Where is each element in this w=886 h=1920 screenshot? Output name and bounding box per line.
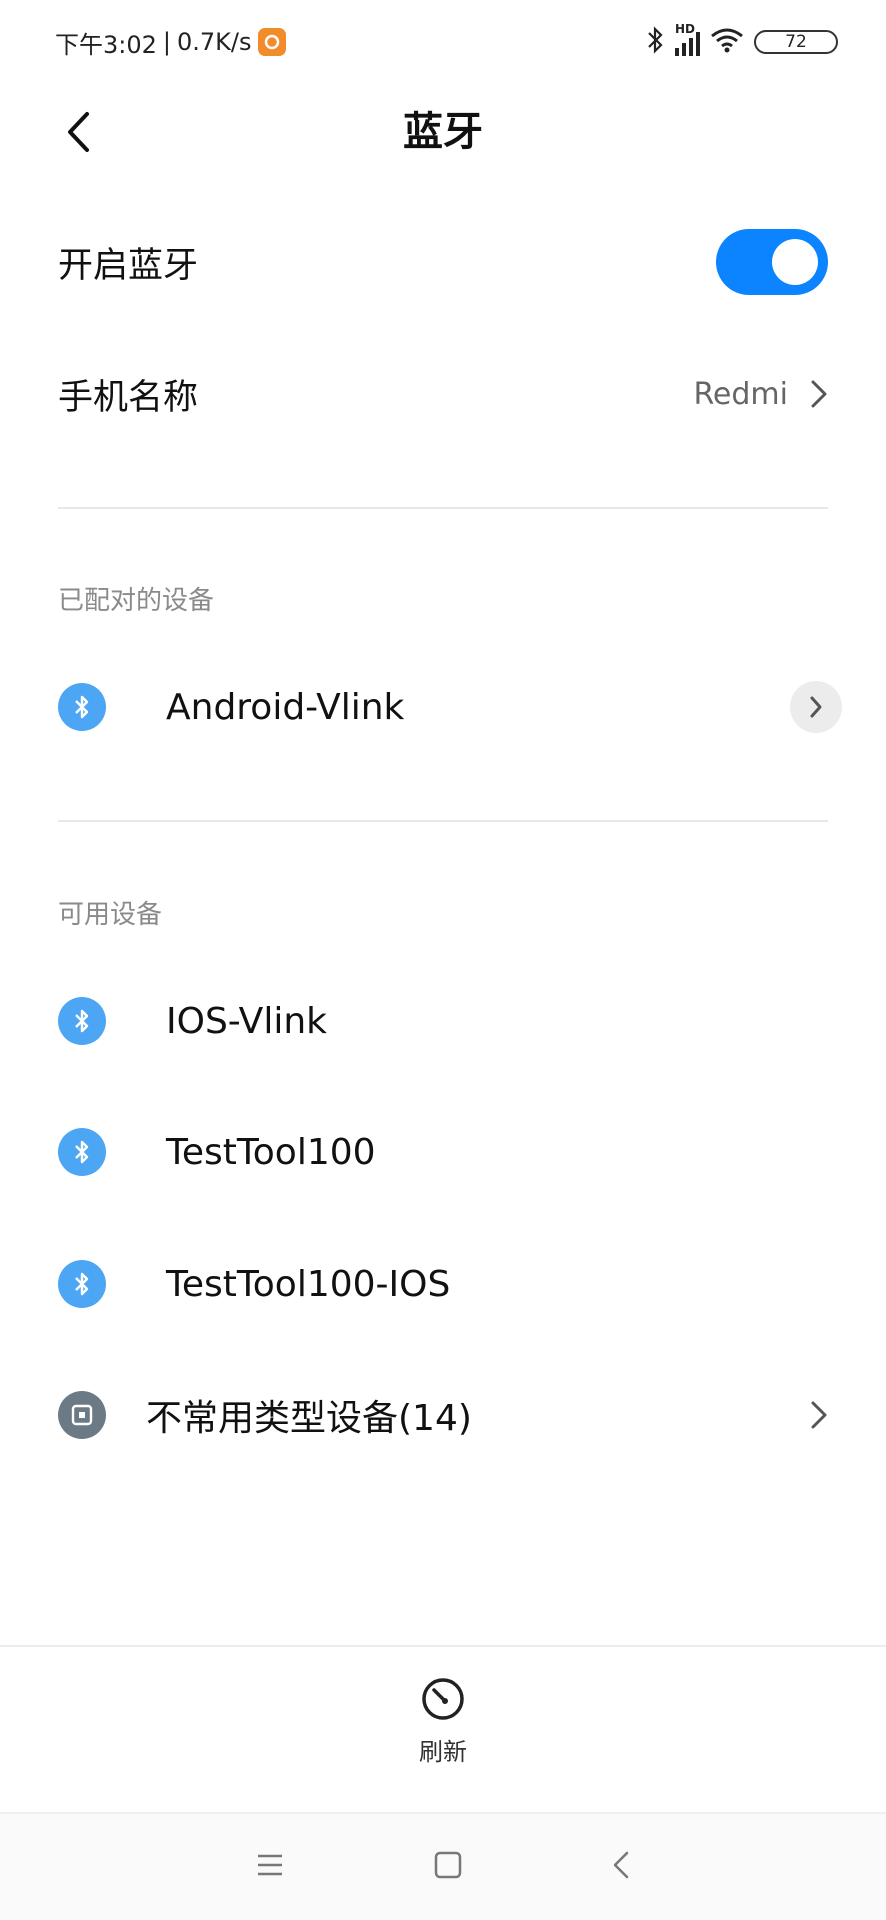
bluetooth-toggle-row[interactable]: 开启蓝牙 xyxy=(0,222,886,302)
available-device-row[interactable]: TestTool100 xyxy=(0,1110,886,1194)
bluetooth-device-icon xyxy=(58,997,106,1045)
battery-icon: 72 xyxy=(754,30,838,54)
bluetooth-device-icon xyxy=(58,1260,106,1308)
system-nav-bar xyxy=(0,1812,886,1920)
app-notification-icon xyxy=(257,28,286,56)
available-device-name: IOS-Vlink xyxy=(166,1000,327,1042)
toggle-knob xyxy=(772,239,818,285)
chevron-right-icon xyxy=(810,696,822,718)
bottom-separator xyxy=(0,1645,886,1647)
home-nav-button[interactable] xyxy=(434,1851,462,1883)
refresh-label: 刷新 xyxy=(419,1738,467,1766)
chevron-right-icon xyxy=(811,1401,827,1429)
menu-icon xyxy=(258,1854,282,1876)
device-settings-button[interactable] xyxy=(790,681,842,733)
paired-device-name: Android-Vlink xyxy=(166,686,405,728)
available-device-row[interactable]: TestTool100-IOS xyxy=(0,1242,886,1326)
bluetooth-device-icon xyxy=(58,683,106,731)
uncommon-device-icon xyxy=(58,1391,106,1439)
uncommon-devices-label: 不常用类型设备(14) xyxy=(146,1398,472,1439)
available-device-name: TestTool100 xyxy=(166,1131,376,1173)
refresh-icon xyxy=(422,1678,464,1720)
status-bar-left: 下午3:02 | 0.7K/s xyxy=(55,22,286,62)
back-triangle-icon xyxy=(613,1851,629,1879)
paired-device-row[interactable]: Android-Vlink xyxy=(0,665,886,749)
menu-nav-button[interactable] xyxy=(256,1853,284,1881)
network-type-label: HD xyxy=(675,22,696,36)
home-square-icon xyxy=(434,1851,462,1879)
bluetooth-device-icon xyxy=(58,1128,106,1176)
refresh-button[interactable]: 刷新 xyxy=(0,1676,886,1767)
available-device-row[interactable]: IOS-Vlink xyxy=(0,979,886,1063)
status-bar-right: HD 72 xyxy=(645,22,838,62)
section-divider xyxy=(58,820,828,822)
phone-name-value: Redmi xyxy=(693,376,788,412)
page-title: 蓝牙 xyxy=(403,109,483,155)
status-time: 下午3:02 xyxy=(55,30,157,59)
paired-section-title: 已配对的设备 xyxy=(58,586,215,616)
phone-name-row[interactable]: 手机名称 Redmi xyxy=(0,354,886,434)
bluetooth-status-icon xyxy=(645,25,665,59)
battery-level: 72 xyxy=(785,32,807,52)
network-speed: 0.7K/s xyxy=(177,28,252,56)
available-section-title: 可用设备 xyxy=(58,900,163,930)
phone-name-label: 手机名称 xyxy=(58,377,199,418)
available-device-name: TestTool100-IOS xyxy=(166,1263,451,1305)
wifi-icon xyxy=(710,27,744,57)
section-divider xyxy=(58,507,828,509)
back-nav-button[interactable] xyxy=(612,1850,630,1884)
chevron-right-icon xyxy=(811,380,827,408)
status-separator: | xyxy=(162,28,171,56)
bluetooth-toggle-switch[interactable] xyxy=(716,229,828,295)
uncommon-devices-row[interactable]: 不常用类型设备(14) xyxy=(0,1373,886,1457)
signal-icon: HD xyxy=(675,22,700,56)
bluetooth-toggle-label: 开启蓝牙 xyxy=(58,245,199,286)
